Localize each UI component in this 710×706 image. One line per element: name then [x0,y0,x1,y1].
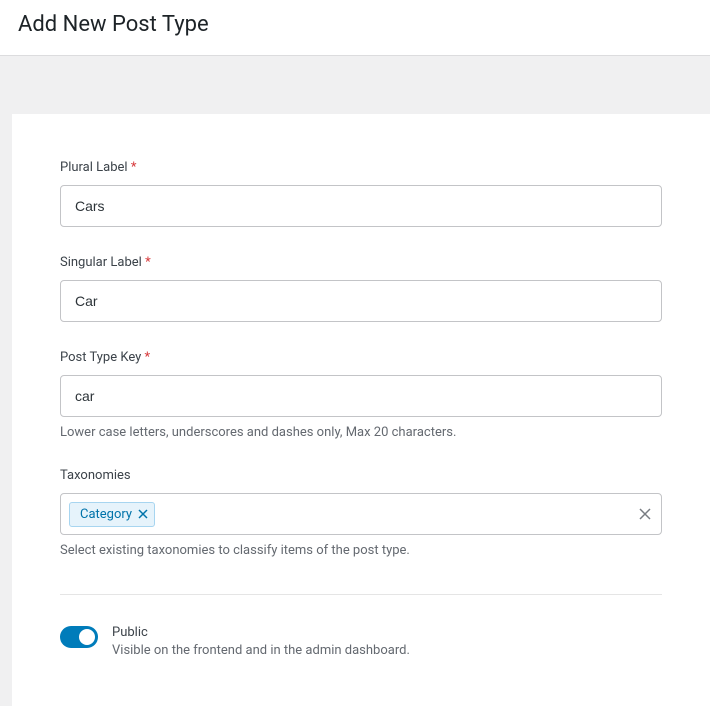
required-asterisk: * [131,160,137,175]
page-header: Add New Post Type [0,0,710,56]
page-title: Add New Post Type [18,12,692,37]
post-type-key-label: Post Type Key * [60,350,662,365]
label-text: Plural Label [60,160,128,175]
taxonomies-label: Taxonomies [60,468,662,483]
public-description: Visible on the frontend and in the admin… [112,643,410,658]
field-taxonomies: Taxonomies Category Select existing taxo… [60,468,662,558]
toggle-knob [79,629,95,645]
label-text: Singular Label [60,255,142,270]
taxonomy-chip-category: Category [69,502,155,527]
field-singular-label: Singular Label * [60,255,662,322]
taxonomies-input[interactable]: Category [60,493,662,535]
plural-label-label: Plural Label * [60,160,662,175]
post-type-key-input[interactable] [60,375,662,417]
field-public: Public Visible on the frontend and in th… [60,625,662,658]
singular-label-label: Singular Label * [60,255,662,270]
public-label: Public [112,625,410,640]
taxonomies-help: Select existing taxonomies to classify i… [60,543,662,558]
singular-label-input[interactable] [60,280,662,322]
section-divider [60,594,662,595]
required-asterisk: * [145,350,151,365]
toggle-text: Public Visible on the frontend and in th… [112,625,410,658]
plural-label-input[interactable] [60,185,662,227]
label-text: Post Type Key [60,350,141,365]
post-type-key-help: Lower case letters, underscores and dash… [60,425,662,440]
form-card: Plural Label * Singular Label * Post Typ… [12,114,710,706]
required-asterisk: * [145,255,151,270]
public-toggle[interactable] [60,626,98,648]
clear-all-icon[interactable] [639,508,651,520]
close-icon[interactable] [138,509,148,519]
content-wrap: Plural Label * Singular Label * Post Typ… [0,56,710,706]
field-plural-label: Plural Label * [60,160,662,227]
chip-label: Category [80,507,132,522]
field-post-type-key: Post Type Key * Lower case letters, unde… [60,350,662,440]
